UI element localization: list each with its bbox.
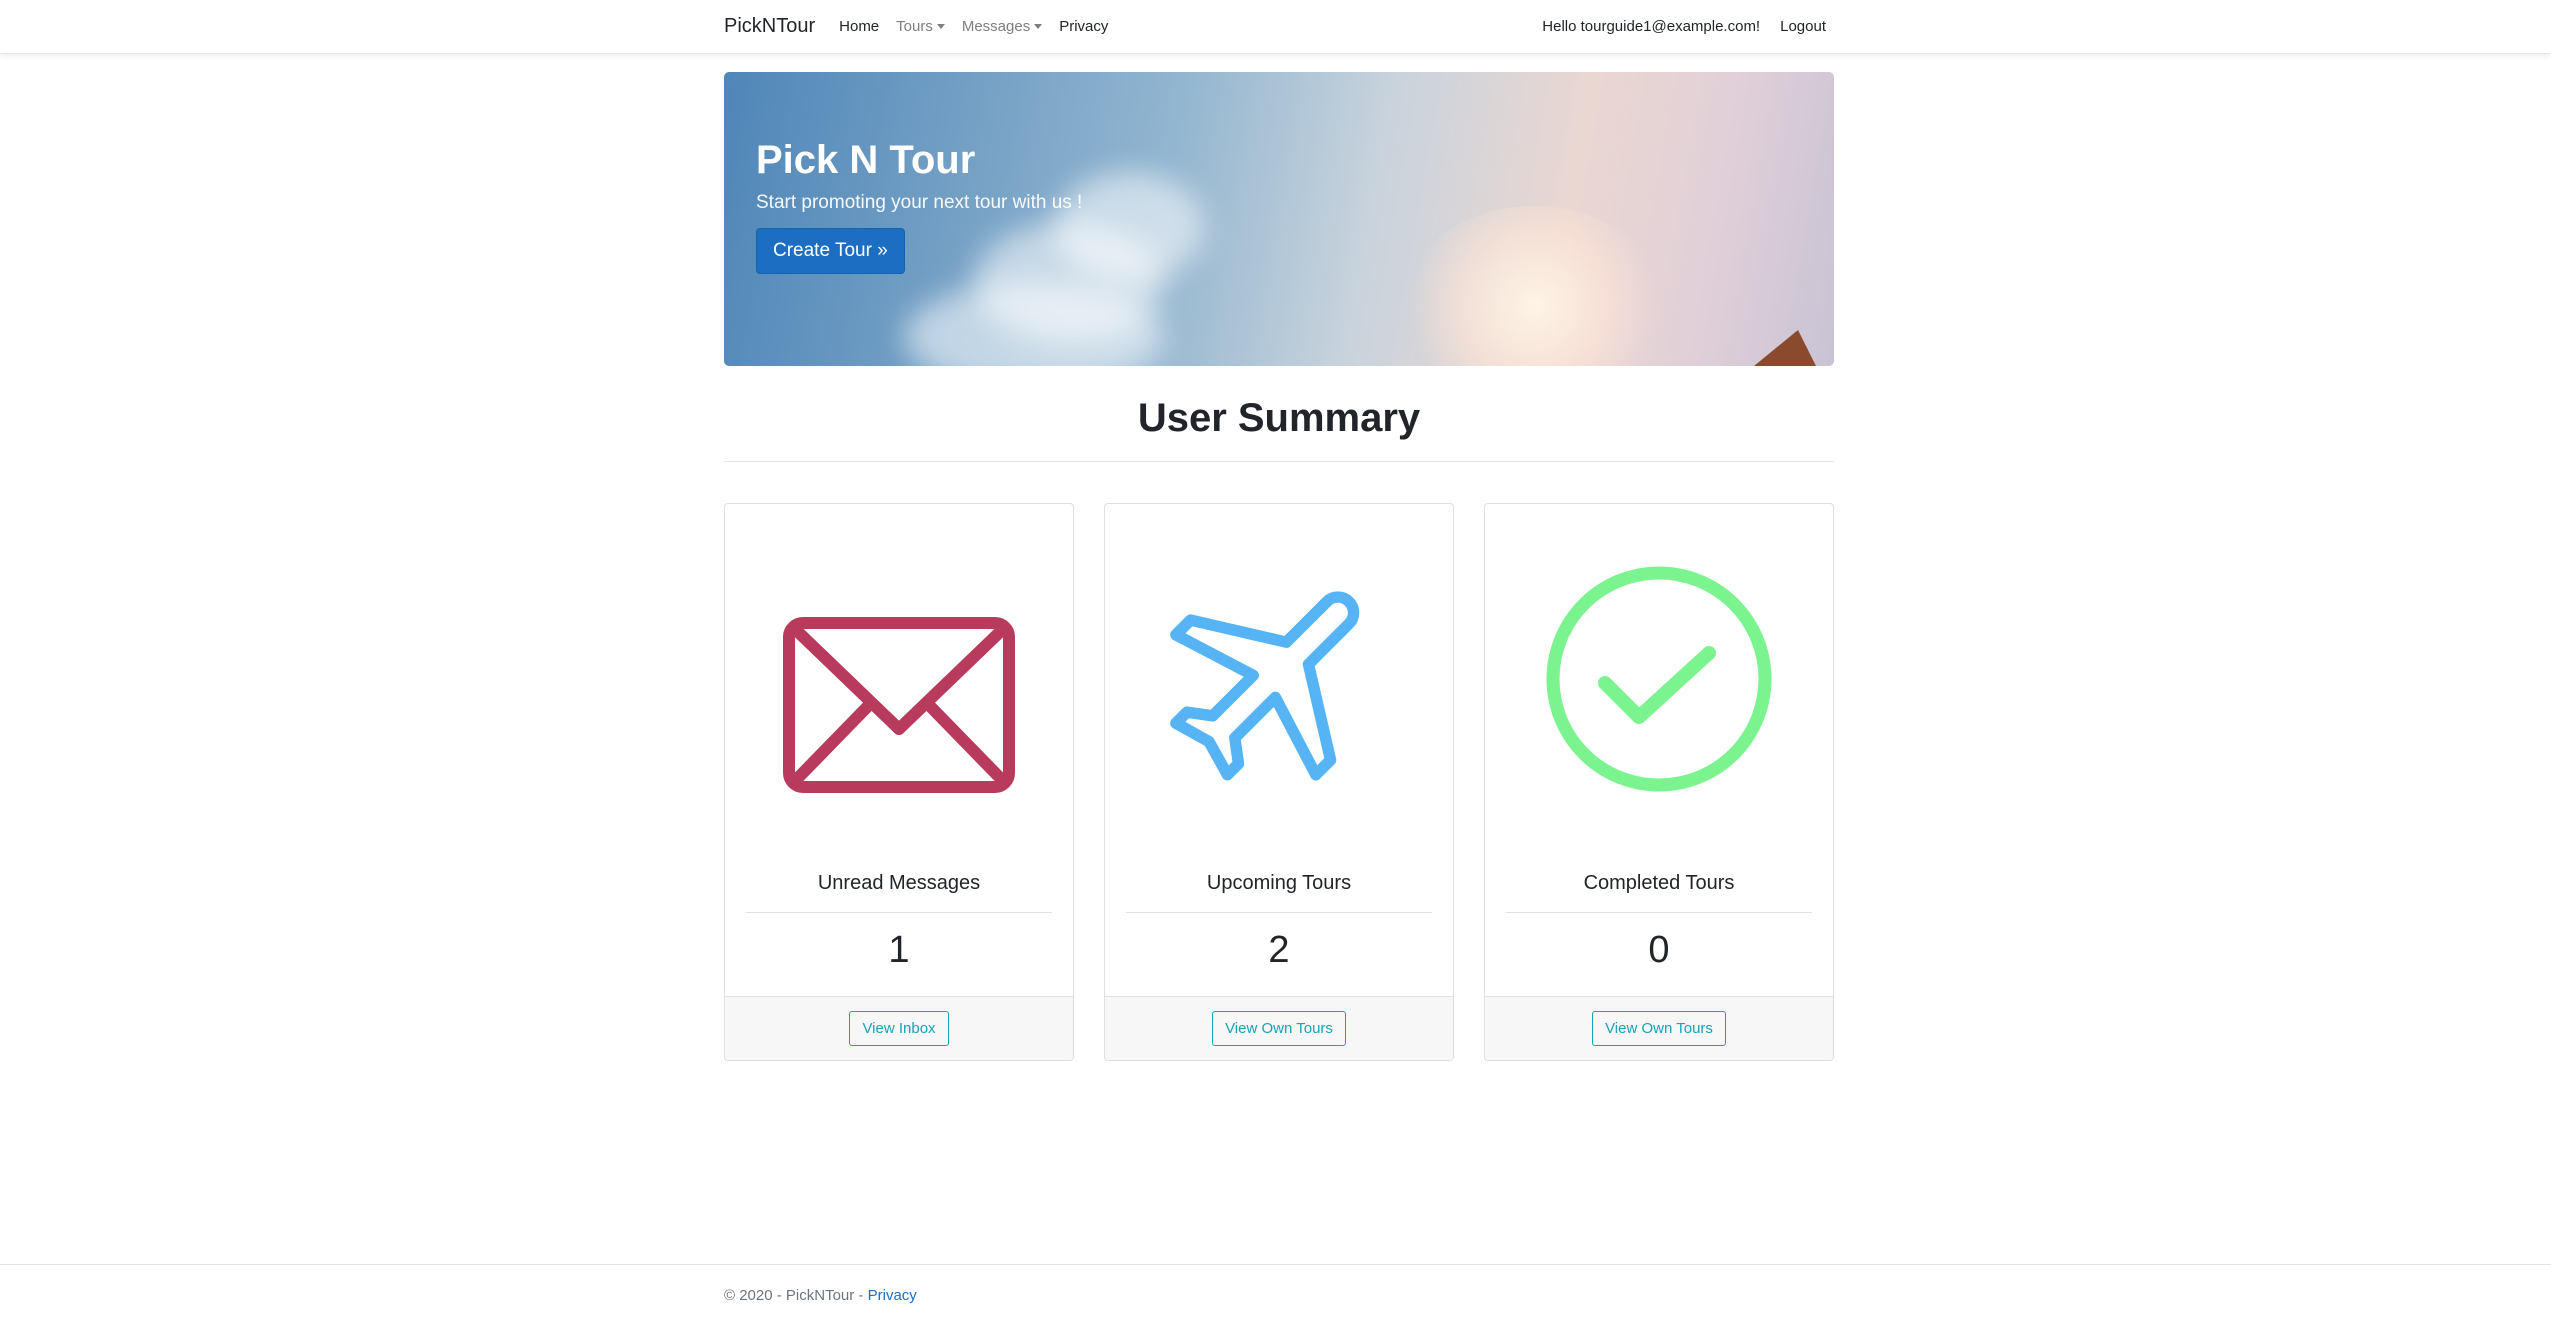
logout-button[interactable]: Logout	[1780, 18, 1826, 35]
nav-messages-dropdown[interactable]: Messages	[961, 18, 1043, 35]
card-count: 2	[1268, 929, 1290, 971]
check-circle-icon	[1485, 554, 1833, 804]
nav-home[interactable]: Home	[839, 18, 879, 35]
nav-privacy[interactable]: Privacy	[1059, 18, 1108, 35]
caret-down-icon	[936, 24, 945, 29]
hero-content: Pick N Tour Start promoting your next to…	[756, 138, 1082, 274]
footer-content: © 2020 - PickNTour - Privacy	[724, 1287, 917, 1304]
upcoming-tours-card: Upcoming Tours 2 View Own Tours	[1104, 503, 1454, 1061]
footer-privacy-link[interactable]: Privacy	[868, 1287, 917, 1304]
copyright-text: © 2020 - PickNTour -	[724, 1287, 868, 1304]
view-own-tours-button[interactable]: View Own Tours	[1212, 1011, 1346, 1046]
unread-messages-card: Unread Messages 1 View Inbox	[724, 503, 1074, 1061]
card-divider	[1126, 912, 1432, 913]
nav-home-label: Home	[839, 18, 880, 35]
top-navbar: PickNTour Home Tours Messages Privacy He…	[0, 0, 2551, 54]
envelope-icon	[725, 554, 1073, 804]
card-label: Completed Tours	[1583, 872, 1735, 894]
card-count: 1	[888, 929, 910, 971]
nav-tours-label: Tours	[896, 18, 933, 35]
page-title: User Summary	[1137, 396, 1421, 440]
view-own-tours-button[interactable]: View Own Tours	[1592, 1011, 1726, 1046]
card-label: Upcoming Tours	[1206, 872, 1352, 894]
card-footer: View Inbox	[725, 996, 1073, 1060]
completed-tours-card: Completed Tours 0 View Own Tours	[1484, 503, 1834, 1061]
navbar-user-area: Hello tourguide1@example.com! Logout	[1542, 18, 1834, 35]
card-footer: View Own Tours	[1105, 996, 1453, 1060]
nav-tours-dropdown[interactable]: Tours	[896, 18, 945, 35]
caret-down-icon	[1034, 24, 1043, 29]
user-greeting[interactable]: Hello tourguide1@example.com!	[1542, 18, 1760, 35]
hero-banner: Pick N Tour Start promoting your next to…	[724, 72, 1834, 366]
nav-messages-label: Messages	[961, 18, 1031, 35]
nav-privacy-label: Privacy	[1059, 18, 1109, 35]
card-divider	[1506, 912, 1812, 913]
title-divider	[724, 461, 1834, 462]
airplane-icon	[1105, 554, 1453, 804]
view-inbox-button[interactable]: View Inbox	[849, 1011, 949, 1046]
create-tour-button[interactable]: Create Tour »	[756, 228, 905, 274]
card-divider	[746, 912, 1052, 913]
card-label: Unread Messages	[817, 872, 981, 894]
brand-link[interactable]: PickNTour	[724, 15, 815, 38]
airplane-wing-decoration	[1754, 330, 1816, 366]
navbar-container: PickNTour Home Tours Messages Privacy He…	[724, 0, 1834, 53]
page-footer: © 2020 - PickNTour - Privacy	[0, 1264, 2551, 1321]
card-count: 0	[1648, 929, 1670, 971]
sun-glow-decoration	[1404, 206, 1664, 366]
hero-subtitle: Start promoting your next tour with us !	[756, 192, 1083, 213]
hero-title: Pick N Tour	[756, 138, 976, 182]
card-footer: View Own Tours	[1485, 996, 1833, 1060]
